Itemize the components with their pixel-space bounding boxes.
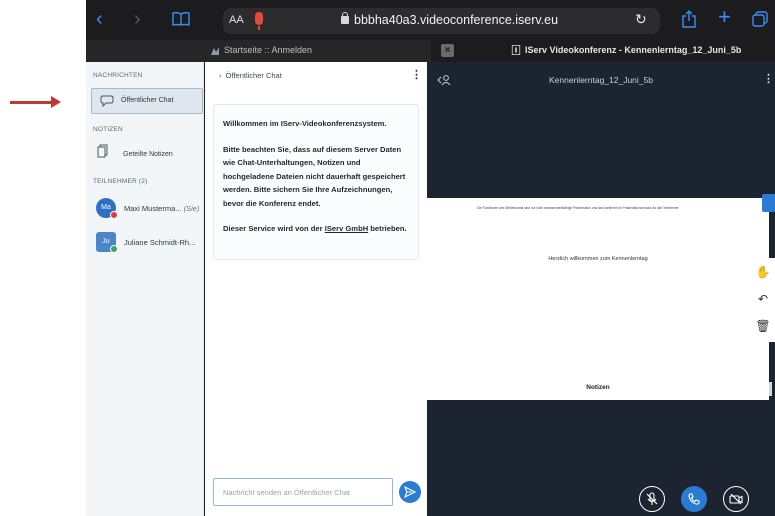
chat-bubble-icon [100,95,114,107]
undo-icon[interactable]: ↶ [755,291,771,307]
text-size-button[interactable]: AA [229,14,244,26]
meeting-title: Kennenlerntag_12_Juni_5b [549,75,653,85]
iserv-link[interactable]: IServ GmbH [325,224,368,233]
trash-icon[interactable]: 🗑 [755,318,771,334]
microphone-off-icon [646,492,658,505]
ipad-browser-frame: ‹ › AA bbbha40a3.videoconference.iserv.e… [86,0,775,516]
meeting-options-icon[interactable]: ⋮ [763,72,774,85]
user-list-sidebar: NACHRICHTEN Öffentlicher Chat NOTIZEN Ge… [86,62,204,516]
shared-notes-label: Geteilte Notizen [123,151,173,158]
public-chat-label: Öffentlicher Chat [121,97,174,104]
media-controls [427,486,775,516]
chat-message-input[interactable] [214,479,392,505]
notes-icon [97,144,108,158]
slide-info-text: Die Funktionen des Whiteboards sind nur … [477,206,679,210]
welcome-message: Willkommen im IServ-Videokonferenzsystem… [213,104,419,260]
tab-videokonferenz[interactable]: × IServ Videokonferenz - Kennenlerntag_1… [431,40,775,62]
presentation-slide[interactable]: Die Funktionen des Whiteboards sind nur … [427,198,769,400]
public-chat-item[interactable]: Öffentlicher Chat [91,88,203,114]
reload-icon[interactable]: ↻ [635,11,647,28]
chat-input-box[interactable] [213,478,393,506]
microphone-icon[interactable] [255,12,263,30]
mute-button[interactable] [639,486,665,512]
camera-off-icon [729,493,743,505]
url-text[interactable]: bbbha40a3.videoconference.iserv.eu [354,13,558,27]
participant-item[interactable]: Ma Maxi Musterma... (Sie) [96,198,204,220]
presentation-menu-tab[interactable] [762,194,775,212]
bookmarks-icon[interactable] [172,12,190,26]
lock-icon [341,12,349,24]
share-icon[interactable] [682,10,696,28]
tabs-overview-icon[interactable] [752,11,768,27]
address-bar[interactable]: AA bbbha40a3.videoconference.iserv.eu ↻ [223,8,660,34]
iserv-favicon-icon [211,47,219,55]
close-tab-icon[interactable]: × [441,44,454,57]
send-button[interactable] [399,481,421,503]
slide-notes-heading: Notizen [586,384,610,391]
audio-button[interactable] [681,486,707,512]
tab-label: Startseite :: Anmelden [224,45,313,55]
participant-name: Maxi Musterma... (Sie) [124,204,200,213]
browser-tab-bar: Startseite :: Anmelden × IServ Videokonf… [86,40,775,62]
welcome-text: Willkommen im IServ-Videokonferenzsystem… [223,119,387,128]
participants-heading: TEILNEHMER (2) [93,178,148,185]
hand-tool-icon[interactable]: ✋ [755,264,771,280]
annotation-arrow-chat [10,96,61,108]
tab-label: IServ Videokonferenz - Kennenlerntag_12_… [525,45,742,55]
storage-notice-text: Bitte beachten Sie, dass auf diesem Serv… [223,144,406,208]
send-icon [404,486,416,498]
back-icon[interactable]: ‹ [96,8,103,30]
safari-toolbar: ‹ › AA bbbha40a3.videoconference.iserv.e… [86,0,775,40]
messages-heading: NACHRICHTEN [93,72,143,79]
slide-scroll-marker [769,382,772,396]
camera-button[interactable] [723,486,749,512]
whiteboard-toolbar: ✋ ↶ 🗑 [750,258,775,342]
phone-icon [688,493,700,505]
chat-options-icon[interactable]: ⋮ [411,68,422,81]
forward-icon[interactable]: › [134,8,141,30]
page-favicon-icon [511,45,521,55]
notes-heading: NOTIZEN [93,126,123,133]
service-text: Dieser Service wird von der IServ GmbH b… [223,224,407,233]
participant-name: Juliane Schmidt-Rh... [124,238,196,247]
new-tab-icon[interactable]: + [718,6,731,28]
chat-header[interactable]: ‹ Öffentlicher Chat [219,71,282,80]
participant-item[interactable]: Ju Juliane Schmidt-Rh... [96,232,204,254]
presentation-area: Kennenlerntag_12_Juni_5b ⋮ Die Funktione… [427,62,775,516]
slide-welcome-text: Herzlich willkommen zum Kennenlerntag [548,256,648,262]
status-badge [110,245,118,253]
tab-startseite[interactable]: Startseite :: Anmelden [86,40,431,62]
status-badge [110,211,118,219]
chat-panel: ‹ Öffentlicher Chat ⋮ Willkommen im ISer… [205,62,427,516]
